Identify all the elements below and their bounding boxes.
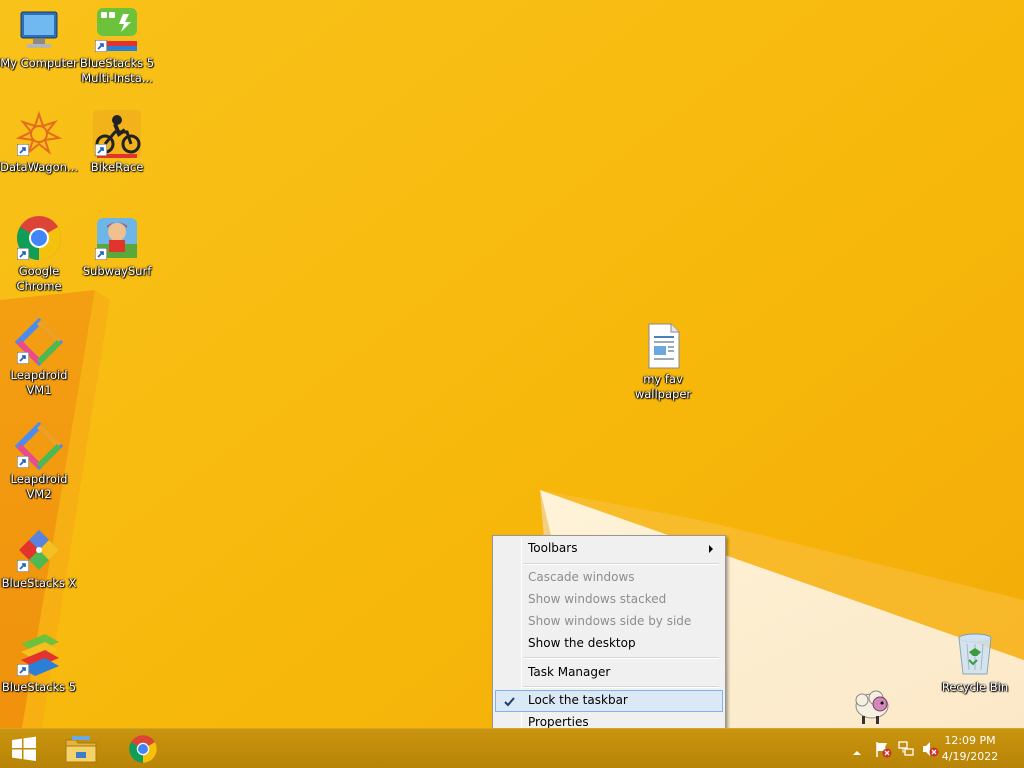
- desktop-icon-label: BlueStacks X: [1, 576, 77, 590]
- checkmark-icon: [504, 697, 515, 707]
- windows-logo-icon: [12, 736, 36, 761]
- taskbar-context-menu: Toolbars Cascade windows Show windows st…: [492, 535, 726, 737]
- computer-icon: [15, 6, 63, 54]
- menu-separator: [523, 563, 719, 565]
- shortcut-arrow-icon: [17, 248, 29, 260]
- desktop-icon-leapdroid-vm2[interactable]: Leapdroid VM2: [0, 421, 78, 502]
- menu-item-label: Show the desktop: [528, 636, 636, 650]
- menu-item-label: Lock the taskbar: [528, 693, 628, 707]
- file-explorer-taskbar-button[interactable]: [56, 729, 106, 768]
- menu-item-label: Properties: [528, 715, 589, 729]
- desktop-icon-recycle-bin[interactable]: Recycle Bin: [936, 630, 1014, 695]
- chrome-icon: [15, 214, 63, 262]
- menu-item-label: Toolbars: [528, 541, 578, 555]
- bluestacks-x-icon: [15, 526, 63, 574]
- menu-item-toolbars[interactable]: Toolbars: [495, 538, 723, 560]
- desktop-icon-bluestacks-5[interactable]: BlueStacks 5: [0, 630, 78, 695]
- clock-time: 12:09 PM: [944, 734, 996, 747]
- shortcut-arrow-icon: [17, 560, 29, 572]
- recycle-bin-icon: [951, 630, 999, 678]
- menu-item-label: Show windows stacked: [528, 592, 667, 606]
- document-icon: [639, 322, 687, 370]
- desktop-icon-label: Google Chrome: [16, 264, 62, 293]
- menu-item-cascade-windows[interactable]: Cascade windows: [495, 567, 723, 589]
- shortcut-arrow-icon: [17, 144, 29, 156]
- desktop-icon-label: BikeRace: [90, 160, 144, 174]
- network-icon[interactable]: [897, 740, 915, 758]
- shortcut-arrow-icon: [17, 456, 29, 468]
- submenu-arrow-icon: [709, 545, 713, 553]
- bikerace-icon: [93, 110, 141, 158]
- desktop-icon-label: BlueStacks 5 Multi-Insta...: [79, 56, 155, 85]
- menu-item-show-windows-stacked[interactable]: Show windows stacked: [495, 589, 723, 611]
- menu-separator: [523, 686, 719, 688]
- shortcut-arrow-icon: [95, 40, 107, 52]
- desktop-icon-label: Leapdroid VM1: [10, 368, 68, 397]
- leapdroid-icon: [14, 421, 64, 471]
- shortcut-arrow-icon: [95, 248, 107, 260]
- desktop-icon-bluestacks-x[interactable]: BlueStacks X: [0, 526, 78, 591]
- menu-item-label: Task Manager: [528, 665, 611, 679]
- show-hidden-icons-arrow[interactable]: [852, 743, 862, 755]
- desktop-icon-datawagon[interactable]: DataWagon...: [0, 110, 78, 175]
- desktop-icon-subwaysurf[interactable]: SubwaySurf: [78, 214, 156, 279]
- menu-separator: [523, 657, 719, 659]
- sheep-mascot-icon[interactable]: [848, 686, 892, 726]
- shortcut-arrow-icon: [17, 352, 29, 364]
- shortcut-arrow-icon: [95, 144, 107, 156]
- chrome-taskbar-button[interactable]: [118, 729, 168, 768]
- desktop-icon-bluestacks-multi-instance[interactable]: BlueStacks 5 Multi-Insta...: [78, 6, 156, 86]
- desktop-icon-my-computer[interactable]: My Computer: [0, 6, 78, 71]
- desktop-icon-label: my fav wallpaper: [634, 372, 692, 401]
- clock-date: 4/19/2022: [941, 750, 999, 763]
- menu-item-label: Show windows side by side: [528, 614, 692, 628]
- taskbar[interactable]: 12:09 PM 4/19/2022: [0, 728, 1024, 768]
- menu-item-task-manager[interactable]: Task Manager: [495, 662, 723, 684]
- file-explorer-icon: [65, 736, 97, 763]
- menu-item-label: Cascade windows: [528, 570, 635, 584]
- datawagon-icon: [15, 110, 63, 158]
- desktop-icon-leapdroid-vm1[interactable]: Leapdroid VM1: [0, 317, 78, 398]
- menu-item-show-the-desktop[interactable]: Show the desktop: [495, 633, 723, 655]
- chrome-icon: [129, 735, 157, 763]
- shortcut-arrow-icon: [17, 664, 29, 676]
- menu-item-show-windows-side-by-side[interactable]: Show windows side by side: [495, 611, 723, 633]
- bluestacks-multi-instance-icon: [93, 6, 141, 54]
- desktop-icon-google-chrome[interactable]: Google Chrome: [0, 214, 78, 294]
- leapdroid-icon: [14, 317, 64, 367]
- desktop-icon-label: Leapdroid VM2: [10, 472, 68, 501]
- start-button[interactable]: [0, 729, 48, 768]
- subwaysurf-icon: [93, 214, 141, 262]
- desktop-icon-my-fav-wallpaper[interactable]: my fav wallpaper: [624, 322, 702, 402]
- menu-item-lock-the-taskbar[interactable]: Lock the taskbar: [495, 690, 723, 712]
- desktop-icon-bikerace[interactable]: BikeRace: [78, 110, 156, 175]
- action-center-flag-icon[interactable]: [874, 740, 892, 758]
- desktop-icon-label: Recycle Bin: [941, 680, 1009, 694]
- desktop-icon-label: My Computer: [0, 56, 78, 70]
- desktop-icon-label: SubwaySurf: [82, 264, 152, 278]
- desktop-icon-label: DataWagon...: [0, 160, 78, 174]
- bluestacks-icon: [15, 630, 63, 678]
- desktop-icon-label: BlueStacks 5: [1, 680, 77, 694]
